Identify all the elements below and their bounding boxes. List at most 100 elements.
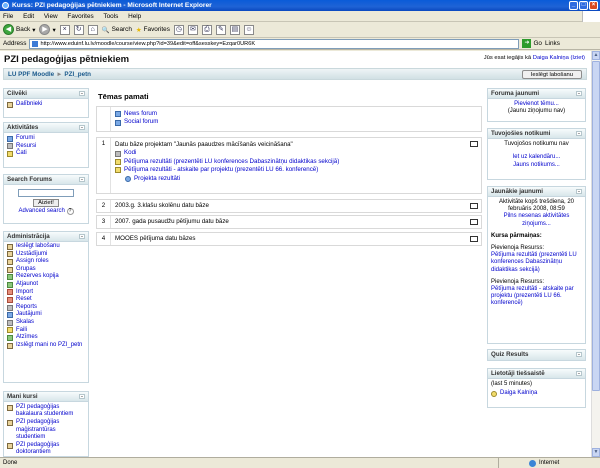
menu-help[interactable]: Help	[128, 13, 141, 20]
highlight-checkbox[interactable]	[470, 219, 478, 225]
resource-link-results-2[interactable]: Pētījuma rezultāti - atskaite par projek…	[115, 166, 465, 174]
resource-link-codes[interactable]: Kodi	[115, 149, 465, 157]
home-icon[interactable]: ⌂	[87, 24, 98, 35]
upcoming-events-block: Tuvojošies notikumi − Tuvojošos notikumu …	[487, 128, 586, 180]
collapse-icon[interactable]: −	[576, 131, 582, 136]
highlight-checkbox[interactable]	[470, 236, 478, 242]
refresh-icon[interactable]: ↻	[73, 24, 84, 35]
course-icon	[7, 420, 13, 427]
unenrol-icon	[7, 342, 13, 349]
admin-item-editing[interactable]: Ieslēgt labošanu	[7, 243, 85, 251]
course-link-doctoral[interactable]: PZI pedagoģijas doktorantiem	[7, 442, 85, 456]
admin-item-files[interactable]: Faili	[7, 327, 85, 335]
recent-resource-link-2[interactable]: Pētījuma rezultāti - atskaite par projek…	[491, 286, 574, 306]
edit-page-icon[interactable]: ✎	[215, 24, 226, 35]
admin-item-unenrol[interactable]: Izslēgt mani no PZI_petn	[7, 342, 85, 357]
files-icon	[7, 327, 13, 334]
turn-editing-on-button[interactable]: Ieslēgt labošanu	[521, 70, 582, 79]
logout-link[interactable]: (Iziet)	[571, 55, 586, 61]
advanced-search-link[interactable]: Advanced search	[18, 208, 64, 214]
forums-link[interactable]: Forumi	[7, 135, 85, 143]
stop-icon[interactable]: ×	[59, 24, 70, 35]
highlight-checkbox[interactable]	[470, 203, 478, 209]
participants-link[interactable]: Dalībnieki	[7, 101, 85, 109]
social-forum-link[interactable]: Social forum	[115, 118, 465, 126]
mail-icon[interactable]: ✉	[187, 24, 198, 35]
full-report-link[interactable]: Pilns nesenas aktivitātes ziņojums...	[504, 213, 570, 226]
recent-resource-link-1[interactable]: Pētījuma rezultāti (prezentēti LU konfer…	[491, 252, 577, 272]
admin-item-backup[interactable]: Rezerves kopija	[7, 273, 85, 281]
document-icon	[115, 150, 121, 157]
project-results-link[interactable]: Projekta rezultāti	[115, 175, 465, 183]
help-icon[interactable]: ?	[66, 208, 74, 215]
address-input[interactable]: http://www.eduinf.lu.lv/moodle/course/vi…	[29, 38, 520, 49]
breadcrumb-course[interactable]: PZI_petn	[64, 71, 91, 78]
collapse-icon[interactable]: −	[79, 394, 85, 399]
menu-favorites[interactable]: Favorites	[67, 13, 93, 20]
highlight-checkbox[interactable]	[470, 141, 478, 147]
course-link-bachelor[interactable]: PZI pedagoģijas bakalaura studentiem	[7, 404, 85, 418]
restore-icon	[7, 281, 13, 288]
collapse-icon[interactable]: −	[79, 91, 85, 96]
collapse-icon[interactable]: −	[79, 125, 85, 130]
scroll-down-icon[interactable]: ▼	[592, 448, 600, 457]
scroll-up-icon[interactable]: ▲	[592, 51, 600, 60]
user-link[interactable]: Daiga Kalniņa	[533, 55, 569, 61]
admin-item-scales[interactable]: Skalas	[7, 319, 85, 327]
admin-item-import[interactable]: Import	[7, 289, 85, 297]
new-event-link[interactable]: Jauns notikums...	[513, 162, 560, 168]
menu-edit[interactable]: Edit	[23, 13, 34, 20]
resource-link-results-1[interactable]: Pētījuma rezultāti (prezentēti LU konfer…	[115, 158, 465, 166]
search-button[interactable]: 🔍 Search	[102, 26, 132, 34]
online-user[interactable]: Daiga Kalniņa	[491, 390, 582, 398]
collapse-icon[interactable]: −	[576, 91, 582, 96]
admin-item-settings[interactable]: Uzstādījumi	[7, 251, 85, 259]
admin-item-reports[interactable]: Reports	[7, 304, 85, 312]
collapse-icon[interactable]: −	[79, 177, 85, 182]
reset-icon	[7, 296, 13, 303]
collapse-icon[interactable]: −	[79, 234, 85, 239]
forward-button[interactable]: ▶ ▾	[39, 24, 56, 35]
back-dropdown-icon[interactable]: ▾	[32, 26, 35, 34]
chats-link[interactable]: Čati	[7, 150, 85, 158]
minimize-icon[interactable]: _	[569, 1, 578, 10]
messenger-icon[interactable]: ☺	[243, 24, 254, 35]
chat-icon	[7, 150, 13, 157]
collapse-icon[interactable]: −	[576, 352, 582, 357]
calendar-link[interactable]: Iet uz kalendāru...	[513, 154, 561, 160]
breadcrumb-home[interactable]: LU PPF Moodle	[8, 71, 54, 78]
menu-tools[interactable]: Tools	[103, 13, 118, 20]
print-icon[interactable]: ⎙	[201, 24, 212, 35]
vertical-scrollbar[interactable]: ▲ ▼	[591, 51, 600, 457]
close-icon[interactable]: ×	[589, 1, 598, 10]
course-link-master[interactable]: PZI pedagoģijas maģistrantūras studentie…	[7, 419, 85, 441]
discuss-icon[interactable]: ▤	[229, 24, 240, 35]
menu-file[interactable]: File	[3, 13, 13, 20]
recent-activity-block: Jaunākie jaunumi − Aktivitāte kopš trešdi…	[487, 186, 586, 344]
admin-item-questions[interactable]: Jautājumi	[7, 311, 85, 319]
maximize-icon[interactable]: □	[579, 1, 588, 10]
news-forum-link[interactable]: News forum	[115, 110, 465, 118]
history-icon[interactable]: ◷	[173, 24, 184, 35]
topic-title: MOOES pētījuma datu bāzes	[115, 235, 196, 242]
search-go-button[interactable]: Aiziet!	[33, 199, 59, 207]
admin-item-grades[interactable]: Atzīmes	[7, 334, 85, 342]
back-button[interactable]: ◀ Back ▾	[3, 24, 35, 35]
scrollbar-thumb[interactable]	[592, 61, 600, 391]
collapse-icon[interactable]: −	[576, 189, 582, 194]
favorites-button[interactable]: ★ Favorites	[136, 26, 170, 34]
collapse-icon[interactable]: −	[576, 371, 582, 376]
admin-item-reset[interactable]: Reset	[7, 296, 85, 304]
add-topic-link[interactable]: Pievienot tēmu...	[514, 101, 559, 107]
search-forums-input[interactable]	[18, 189, 74, 197]
admin-item-groups[interactable]: Grupas	[7, 266, 85, 274]
admin-item-roles[interactable]: Assign roles	[7, 258, 85, 266]
presentation-icon	[115, 167, 121, 174]
menu-view[interactable]: View	[44, 13, 58, 20]
status-bar: Done Internet	[0, 457, 600, 468]
admin-item-restore[interactable]: Atjaunot	[7, 281, 85, 289]
go-button[interactable]: ➜ Go	[522, 39, 542, 48]
links-button[interactable]: Links	[545, 40, 560, 47]
questions-icon	[7, 312, 13, 319]
settings-icon	[7, 251, 13, 258]
